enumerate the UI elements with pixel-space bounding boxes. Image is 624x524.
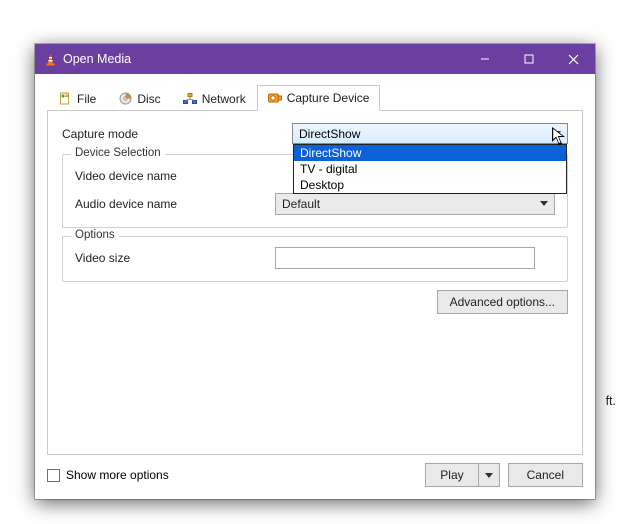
capture-mode-value: DirectShow	[299, 127, 360, 141]
dialog-body: File Disc Network Capture Device Capture…	[35, 74, 595, 499]
tab-disc[interactable]: Disc	[107, 85, 171, 111]
chevron-down-icon	[540, 201, 548, 207]
cancel-button-label: Cancel	[527, 468, 564, 482]
capture-mode-label: Capture mode	[62, 127, 292, 141]
show-more-options-label: Show more options	[66, 468, 169, 482]
audio-device-combo[interactable]: Default	[275, 193, 555, 215]
titlebar: Open Media	[35, 44, 595, 74]
minimize-button[interactable]	[463, 44, 507, 74]
disc-icon	[118, 92, 132, 106]
checkbox-box-icon	[47, 469, 60, 482]
capture-mode-option-tv-digital[interactable]: TV - digital	[294, 161, 566, 177]
advanced-options-button[interactable]: Advanced options...	[437, 290, 568, 314]
show-more-options-checkbox[interactable]: Show more options	[47, 468, 169, 482]
file-icon	[58, 92, 72, 106]
tab-disc-label: Disc	[137, 92, 160, 106]
options-legend: Options	[71, 229, 119, 241]
play-button[interactable]: Play	[425, 463, 477, 487]
capture-mode-dropdown: DirectShow TV - digital Desktop	[293, 144, 567, 194]
tabs: File Disc Network Capture Device	[47, 84, 583, 111]
options-group: Options Video size	[62, 236, 568, 282]
cancel-button[interactable]: Cancel	[508, 463, 583, 487]
open-media-dialog: Open Media File Disc Network Capture Dev…	[35, 44, 595, 499]
maximize-button[interactable]	[507, 44, 551, 74]
tab-file[interactable]: File	[47, 85, 107, 111]
tab-capture-device[interactable]: Capture Device	[257, 85, 381, 111]
capture-mode-option-directshow[interactable]: DirectShow	[294, 145, 566, 161]
tab-capture-label: Capture Device	[287, 91, 370, 105]
play-split-button: Play	[425, 463, 499, 487]
advanced-options-label: Advanced options...	[450, 295, 555, 309]
dialog-footer: Show more options Play Cancel	[47, 455, 583, 487]
capture-icon	[268, 91, 282, 105]
play-button-label: Play	[440, 468, 463, 482]
capture-mode-option-desktop[interactable]: Desktop	[294, 177, 566, 193]
network-icon	[183, 92, 197, 106]
video-size-input[interactable]	[275, 247, 535, 269]
vlc-cone-icon	[43, 52, 57, 66]
tab-network[interactable]: Network	[172, 85, 257, 111]
capture-panel: Capture mode DirectShow DirectShow TV - …	[47, 111, 583, 455]
play-dropdown-button[interactable]	[478, 463, 500, 487]
audio-device-value: Default	[282, 197, 320, 211]
mouse-cursor-icon	[551, 126, 569, 151]
close-button[interactable]	[551, 44, 595, 74]
audio-device-label: Audio device name	[75, 197, 275, 211]
video-size-label: Video size	[75, 251, 275, 265]
device-selection-legend: Device Selection	[71, 147, 165, 159]
tab-network-label: Network	[202, 92, 246, 106]
window-title: Open Media	[63, 52, 131, 66]
stray-text: ft.	[606, 394, 616, 408]
tab-file-label: File	[77, 92, 96, 106]
capture-mode-combo[interactable]: DirectShow DirectShow TV - digital Deskt…	[292, 123, 568, 144]
chevron-down-icon	[485, 468, 493, 482]
